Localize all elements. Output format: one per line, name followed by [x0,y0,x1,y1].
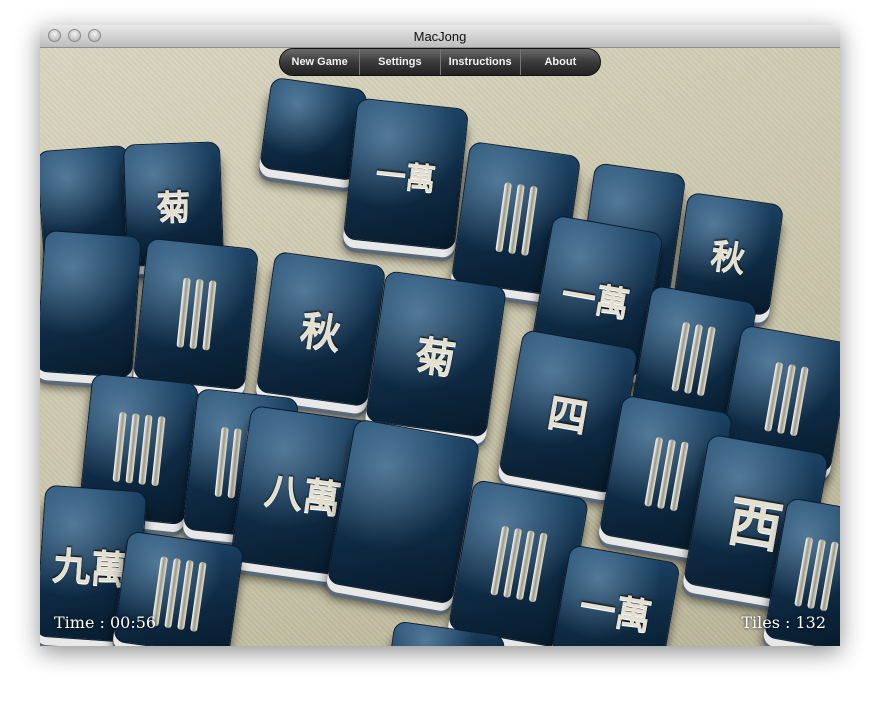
title-bar: MacJong [40,25,840,48]
tile-glyph: 菊 [412,331,459,384]
bamboo-tile-icon [671,321,716,397]
tile-glyph: 一萬 [373,156,438,199]
tile-glyph: 四 [544,388,592,442]
instructions-button[interactable]: Instructions [439,49,520,75]
game-board[interactable]: New Game Settings Instructions About 一萬 … [40,48,840,646]
mahjong-tile[interactable] [40,229,142,379]
bamboo-tile-icon [643,436,689,512]
mahjong-tile[interactable]: 秋 [255,250,387,408]
window-title: MacJong [413,29,467,44]
time-display: Time : 00:56 [54,613,157,632]
app-window: MacJong New Game Settings Instructions A… [40,25,840,646]
mahjong-tile[interactable]: 菊 [365,270,507,438]
mahjong-tile[interactable]: 一萬 [342,97,470,251]
bamboo-tile-icon [111,411,166,487]
bamboo-tile-icon [793,536,839,612]
bamboo-tile-icon [175,277,217,351]
tile-glyph: 秋 [708,235,748,280]
tile-glyph: 一萬 [558,274,633,326]
mahjong-tile[interactable]: 一萬 [551,544,681,646]
bamboo-tile-icon [150,556,207,632]
tile-glyph: 一萬 [576,585,655,639]
bamboo-tile-icon [494,182,538,256]
tile-glyph: 八萬 [262,466,344,523]
bamboo-tile-icon [489,525,548,603]
tile-glyph: 秋 [297,306,344,359]
settings-button[interactable]: Settings [359,49,439,75]
new-game-button[interactable]: New Game [280,49,359,75]
bamboo-tile-icon [763,361,809,437]
tile-glyph: 菊 [155,186,192,229]
tile-glyph: 九萬 [51,541,131,593]
mahjong-tile[interactable] [132,237,260,391]
tiles-remaining-display: Tiles : 132 [741,613,826,632]
about-button[interactable]: About [519,49,600,75]
toolbar: New Game Settings Instructions About [279,48,601,76]
